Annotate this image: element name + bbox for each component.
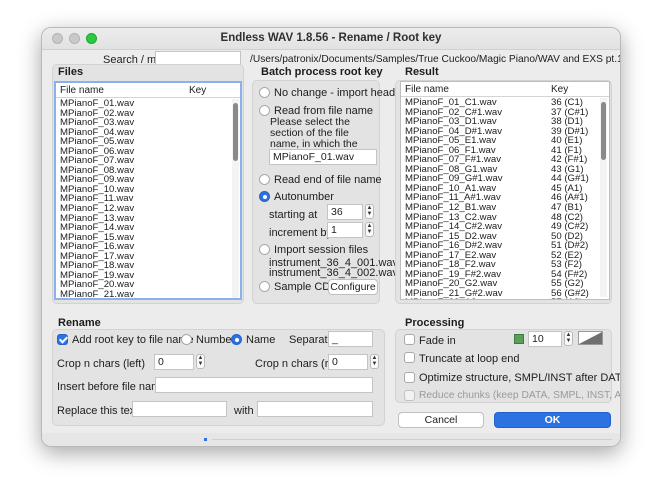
starting-at-label: starting at [269, 209, 318, 221]
result-rows: MPianoF_01_C1.wav 36 (C1) MPianoF_02_C#1.w… [401, 98, 609, 299]
crop-left-label: Crop n chars (left) [57, 358, 146, 370]
radio-number[interactable] [181, 334, 192, 345]
truncate-checkbox[interactable] [404, 352, 415, 363]
result-panel-title: Result [405, 66, 439, 78]
crop-left-stepper[interactable]: ▲ ▼ [196, 354, 205, 369]
add-root-key-label: Add root key to file name [72, 334, 194, 346]
number-label: Number [196, 334, 236, 346]
session-file-2: instrument_36_4_002.wav [269, 267, 399, 279]
radio-name[interactable] [231, 334, 242, 345]
result-col-key[interactable]: Key [551, 84, 568, 95]
increment-by-label: increment by [269, 227, 332, 239]
window-title: Endless WAV 1.8.56 - Rename / Root key [220, 32, 442, 44]
starting-at-input[interactable]: 36 [327, 204, 363, 220]
fade-in-stepper[interactable]: ▲ ▼ [564, 331, 573, 346]
import-session-label: Import session files [274, 244, 369, 256]
replace-text-input[interactable] [132, 401, 227, 417]
truncate-label: Truncate at loop end [419, 353, 520, 365]
files-list-header: File name Key [56, 83, 240, 98]
files-scrollbar[interactable] [232, 99, 239, 298]
radio-sample-cd[interactable] [259, 281, 270, 292]
result-scroll-thumb[interactable] [601, 102, 606, 160]
folder-path: /Users/patronix/Documents/Samples/True C… [250, 54, 620, 65]
fade-curve-icon[interactable] [578, 331, 603, 345]
crop-right-input[interactable]: 0 [328, 354, 368, 370]
configure-button[interactable]: Configure [328, 279, 378, 295]
result-scrollbar[interactable] [600, 98, 607, 297]
result-col-name[interactable]: File name [405, 84, 449, 95]
status-bar [42, 433, 620, 446]
radio-no-change[interactable] [259, 87, 270, 98]
file-name-cell: MPianoF_21.wav [60, 288, 135, 300]
read-end-label: Read end of file name [274, 174, 382, 186]
replace-with-input[interactable] [257, 401, 373, 417]
result-key-cell: 57 (A2) [551, 298, 582, 299]
crop-left-input[interactable]: 0 [154, 354, 194, 370]
result-list[interactable]: File name Key MPianoF_01_C1.wav 36 (C1) MP… [400, 81, 610, 300]
crop-right-stepper[interactable]: ▲ ▼ [370, 354, 379, 369]
optimize-label: Optimize structure, SMPL/INST after DATA [419, 372, 621, 384]
fade-in-value-input[interactable]: 10 [528, 331, 562, 347]
name-label: Name [246, 334, 276, 346]
processing-panel-title: Processing [405, 317, 465, 329]
radio-read-end[interactable] [259, 174, 270, 185]
progress-track [212, 439, 612, 440]
increment-by-input[interactable]: 1 [327, 222, 363, 238]
result-file-name-cell: MPianoF_22_A2.wav [405, 298, 496, 299]
result-list-header: File name Key [401, 82, 609, 97]
add-root-key-checkbox[interactable] [57, 334, 68, 345]
files-list-item[interactable]: MPianoF_22.wav [56, 299, 240, 300]
files-panel-title: Files [58, 66, 84, 78]
title-bar[interactable]: Endless WAV 1.8.56 - Rename / Root key [42, 28, 620, 50]
file-name-cell: MPianoF_22.wav [60, 299, 134, 300]
result-list-item[interactable]: MPianoF_22_A2.wav 57 (A2) [401, 298, 609, 299]
fade-color-swatch[interactable] [514, 334, 524, 344]
insert-before-input[interactable] [155, 377, 373, 393]
progress-indicator [204, 438, 207, 441]
files-list-item[interactable]: MPianoF_21.wav [56, 288, 240, 300]
rename-panel-title: Rename [58, 317, 101, 329]
radio-autonumber[interactable] [259, 191, 270, 202]
replace-text-label: Replace this text [57, 405, 139, 417]
autonumber-label: Autonumber [274, 191, 334, 203]
files-scroll-thumb[interactable] [233, 103, 238, 161]
increment-by-stepper[interactable]: ▲ ▼ [365, 222, 374, 237]
fade-in-label: Fade in [419, 335, 456, 347]
example-filename-field[interactable]: MPianoF_01.wav [269, 149, 377, 165]
optimize-checkbox[interactable] [404, 372, 415, 383]
rename-root-key-window: Endless WAV 1.8.56 - Rename / Root key S… [41, 27, 621, 447]
starting-at-stepper[interactable]: ▲ ▼ [365, 204, 374, 219]
reduce-chunks-checkbox[interactable] [404, 390, 415, 401]
batch-root-key-title: Batch process root key [261, 66, 383, 78]
radio-import-session[interactable] [259, 244, 270, 255]
reduce-chunks-label: Reduce chunks (keep DATA, SMPL, INST, AC… [419, 390, 621, 401]
radio-read-from-name[interactable] [259, 105, 270, 116]
files-rows: MPianoF_01.wav MPianoF_02.wav MPianoF_03.w… [56, 99, 240, 300]
files-col-name[interactable]: File name [60, 85, 104, 96]
insert-before-label: Insert before file name [57, 381, 167, 393]
fade-in-checkbox[interactable] [404, 334, 415, 345]
separator-input[interactable]: _ [328, 331, 373, 347]
no-change-label: No change - import header [274, 87, 405, 99]
cancel-button[interactable]: Cancel [398, 412, 484, 428]
ok-button[interactable]: OK [494, 412, 611, 428]
sample-cd-label: Sample CD [274, 281, 331, 293]
files-list[interactable]: File name Key MPianoF_01.wav MPianoF_02.w… [54, 81, 242, 300]
files-col-key[interactable]: Key [189, 85, 206, 96]
with-label: with [234, 405, 254, 417]
